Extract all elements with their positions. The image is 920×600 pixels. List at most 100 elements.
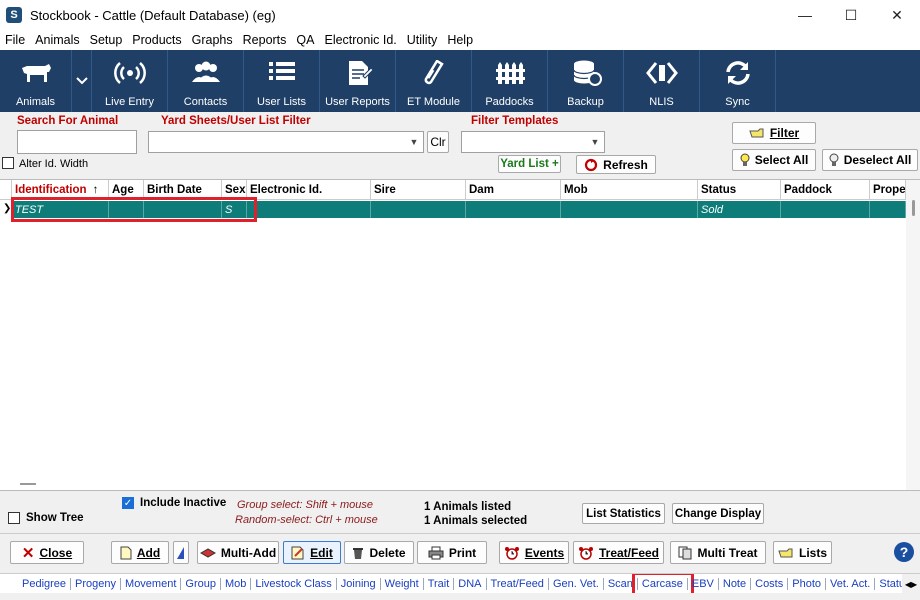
toolbar-animals-button[interactable]: Animals xyxy=(0,50,72,112)
toolbar-live-entry-button[interactable]: Live Entry xyxy=(92,50,168,112)
toolbar-backup-button[interactable]: Backup xyxy=(548,50,624,112)
include-inactive-checkbox[interactable]: ✓ xyxy=(122,497,134,509)
tab-scan[interactable]: Scan xyxy=(604,577,638,590)
tab-costs[interactable]: Costs xyxy=(751,577,789,590)
delete-button[interactable]: Delete xyxy=(344,541,414,564)
detail-tabs: Pedigree Progeny Movement Group Mob Live… xyxy=(0,573,920,593)
clear-filter-button[interactable]: Clr xyxy=(427,131,449,153)
toolbar-paddocks-button[interactable]: Paddocks xyxy=(472,50,548,112)
column-status[interactable]: Status xyxy=(698,180,781,200)
group-select-hint: Group select: Shift + mouse xyxy=(237,499,374,511)
menu-help[interactable]: Help xyxy=(442,33,478,47)
treat-feed-button[interactable]: Treat/Feed xyxy=(573,541,664,564)
events-button[interactable]: Events xyxy=(499,541,569,564)
tab-trait[interactable]: Trait xyxy=(424,577,455,590)
delete-label: Delete xyxy=(369,545,406,560)
lists-label: Lists xyxy=(798,545,827,560)
tab-mob[interactable]: Mob xyxy=(221,577,252,590)
cell-status[interactable]: Sold xyxy=(698,201,781,218)
lists-button[interactable]: Lists xyxy=(773,541,832,564)
chevron-down-icon: ▼ xyxy=(409,137,419,147)
menu-electronic-id[interactable]: Electronic Id. xyxy=(319,33,401,47)
tab-group[interactable]: Group xyxy=(181,577,221,590)
tab-photo[interactable]: Photo xyxy=(788,577,826,590)
print-button[interactable]: Print xyxy=(417,541,487,564)
column-mob[interactable]: Mob xyxy=(561,180,698,200)
toolbar-user-lists-button[interactable]: User Lists xyxy=(244,50,320,112)
toolbar-et-module-button[interactable]: ET Module xyxy=(396,50,472,112)
animals-grid[interactable]: Identification ↑ Age Birth Date Sex Elec… xyxy=(0,179,920,491)
tab-weight[interactable]: Weight xyxy=(381,577,424,590)
column-sire[interactable]: Sire xyxy=(371,180,466,200)
tab-pedigree[interactable]: Pedigree xyxy=(18,577,72,590)
tab-note[interactable]: Note xyxy=(719,577,752,590)
menu-setup[interactable]: Setup xyxy=(85,33,128,47)
cell-electronic-id[interactable] xyxy=(247,201,371,218)
yard-list-button[interactable]: Yard List + xyxy=(498,155,561,173)
edit-button[interactable]: Edit xyxy=(283,541,341,564)
change-display-button[interactable]: Change Display xyxy=(672,503,764,524)
add-options-button[interactable] xyxy=(173,541,189,564)
select-all-button[interactable]: Select All xyxy=(732,149,816,171)
menu-utility[interactable]: Utility xyxy=(402,33,443,47)
toolbar-user-reports-button[interactable]: User Reports xyxy=(320,50,396,112)
filter-label: Filter xyxy=(769,126,800,140)
search-animal-input[interactable] xyxy=(17,130,137,154)
minimize-button[interactable]: — xyxy=(782,0,828,30)
menu-reports[interactable]: Reports xyxy=(238,33,292,47)
include-inactive-label: Include Inactive xyxy=(140,497,227,509)
add-button[interactable]: Add xyxy=(111,541,169,564)
show-tree-checkbox[interactable] xyxy=(8,512,20,524)
tab-progeny[interactable]: Progeny xyxy=(71,577,122,590)
toolbar-contacts-button[interactable]: Contacts xyxy=(168,50,244,112)
maximize-button[interactable]: ☐ xyxy=(828,0,874,30)
animals-listed-count: 1 Animals listed xyxy=(424,501,512,513)
yard-sheets-filter-combo[interactable]: ▼ xyxy=(148,131,424,153)
tab-ebv[interactable]: EBV xyxy=(688,577,719,590)
cell-mob[interactable] xyxy=(561,201,698,218)
close-window-button[interactable]: ✕ xyxy=(874,0,920,30)
toolbar-sync-button[interactable]: Sync xyxy=(700,50,776,112)
grid-vertical-scrollbar[interactable] xyxy=(906,180,920,490)
refresh-button[interactable]: Refresh xyxy=(576,155,656,174)
multi-add-button[interactable]: Multi-Add xyxy=(197,541,279,564)
toolbar-nlis-button[interactable]: NLIS xyxy=(624,50,700,112)
tab-gen-vet[interactable]: Gen. Vet. xyxy=(549,577,604,590)
column-electronic-id[interactable]: Electronic Id. xyxy=(247,180,371,200)
tab-livestock-class[interactable]: Livestock Class xyxy=(251,577,337,590)
cell-property[interactable] xyxy=(870,201,906,218)
menu-file[interactable]: File xyxy=(0,33,30,47)
deselect-all-button[interactable]: Deselect All xyxy=(822,149,918,171)
cell-dam[interactable] xyxy=(466,201,561,218)
column-property[interactable]: Prope xyxy=(870,180,906,200)
tab-vet-act[interactable]: Vet. Act. xyxy=(826,577,876,590)
grid-vertical-scroll-thumb[interactable] xyxy=(912,200,915,216)
menu-animals[interactable]: Animals xyxy=(30,33,84,47)
multi-add-label: Multi-Add xyxy=(220,545,277,560)
column-identification-label: Identification xyxy=(15,184,87,196)
tab-dna[interactable]: DNA xyxy=(454,577,487,590)
menu-graphs[interactable]: Graphs xyxy=(187,33,238,47)
tab-joining[interactable]: Joining xyxy=(337,577,381,590)
multi-treat-button[interactable]: Multi Treat xyxy=(670,541,766,564)
cell-paddock[interactable] xyxy=(781,201,870,218)
cell-sire[interactable] xyxy=(371,201,466,218)
tab-treat-feed[interactable]: Treat/Feed xyxy=(487,577,549,590)
list-statistics-button[interactable]: List Statistics xyxy=(582,503,665,524)
tabs-scroll-arrows[interactable]: ◀▶ xyxy=(902,574,920,593)
menu-products[interactable]: Products xyxy=(127,33,186,47)
filter-button[interactable]: Filter xyxy=(732,122,816,144)
help-button[interactable]: ? xyxy=(893,541,915,563)
close-button[interactable]: ✕ Close xyxy=(10,541,84,564)
tab-movement[interactable]: Movement xyxy=(121,577,182,590)
grid-horizontal-scroll-thumb[interactable] xyxy=(20,483,36,485)
filter-panel: Search For Animal Yard Sheets/User List … xyxy=(0,112,920,178)
alter-id-width-checkbox[interactable] xyxy=(2,157,14,169)
tab-carcase[interactable]: Carcase xyxy=(631,574,694,593)
filter-templates-combo[interactable]: ▼ xyxy=(461,131,605,153)
toolbar-backup-label: Backup xyxy=(567,96,604,108)
column-dam[interactable]: Dam xyxy=(466,180,561,200)
menu-qa[interactable]: QA xyxy=(291,33,319,47)
column-paddock[interactable]: Paddock xyxy=(781,180,870,200)
toolbar-animals-dropdown[interactable] xyxy=(72,50,92,112)
